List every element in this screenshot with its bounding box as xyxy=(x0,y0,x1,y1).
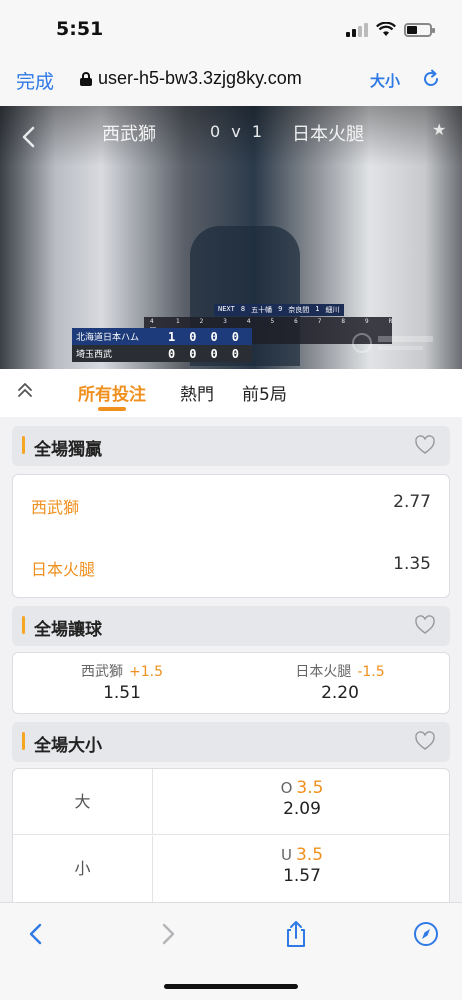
section-title: 全場大小 xyxy=(34,736,102,756)
away-team-name: 日本火腿 xyxy=(292,124,364,145)
url-text: user-h5-bw3.3zjg8ky.com xyxy=(98,68,302,88)
reload-icon[interactable] xyxy=(420,68,442,90)
handicap-line: +1.5 xyxy=(129,664,163,680)
share-icon[interactable] xyxy=(282,919,310,949)
next-batters: NEXT 8 五十幡 9 奈良間 1 細川 xyxy=(214,304,344,316)
odds-value: 2.09 xyxy=(283,799,321,819)
odds-value: 2.20 xyxy=(321,683,359,703)
url-field[interactable]: user-h5-bw3.3zjg8ky.com xyxy=(80,68,302,89)
lock-icon xyxy=(80,71,92,86)
section-handicap-header[interactable]: 全場讓球 xyxy=(12,606,450,646)
odds-row[interactable]: 西武獅 2.77 xyxy=(13,475,449,535)
handicap-option[interactable]: 西武獅 +1.5 1.51 xyxy=(13,653,231,713)
moneyline-card: 西武獅 2.77 日本火腿 1.35 xyxy=(12,474,450,598)
back-icon[interactable] xyxy=(22,919,50,949)
broadcaster-logo xyxy=(352,333,433,353)
odds-value: 1.51 xyxy=(103,683,141,703)
odds-value: 2.77 xyxy=(393,492,431,512)
totals-option[interactable]: O 3.5 2.09 xyxy=(153,769,451,835)
over-key: O xyxy=(280,779,293,797)
section-title: 全場獨贏 xyxy=(34,440,102,460)
totals-option[interactable]: U 3.5 1.57 xyxy=(153,836,451,902)
status-time: 5:51 xyxy=(56,18,104,40)
handicap-line: -1.5 xyxy=(357,664,385,680)
status-icons xyxy=(346,22,435,37)
battery-icon xyxy=(404,22,435,37)
heart-icon[interactable] xyxy=(414,614,436,636)
scoreboard-row: 北海道日本ハム 1 0 0 0 xyxy=(72,328,252,345)
scoreboard-row: 埼玉西武 0 0 0 0 xyxy=(72,345,252,362)
selection-name: 西武獅 xyxy=(81,664,123,680)
compass-icon[interactable] xyxy=(412,919,440,949)
odds-row[interactable]: 日本火腿 1.35 xyxy=(13,537,449,597)
tab-first-5-innings[interactable]: 前5局 xyxy=(242,380,287,405)
active-tab-indicator xyxy=(98,407,126,411)
totals-row: 大 O 3.5 2.09 xyxy=(13,769,449,835)
under-label: 小 xyxy=(13,836,153,902)
done-button[interactable]: 完成 xyxy=(16,67,54,94)
status-bar: 5:51 xyxy=(0,0,462,56)
match-score: 0 v 1 xyxy=(210,122,265,141)
odds-value: 1.57 xyxy=(283,866,321,886)
section-title: 全場讓球 xyxy=(34,620,102,640)
market-tabs: 所有投注 熱門 前5局 xyxy=(0,369,462,417)
wifi-icon xyxy=(376,22,396,36)
text-size-button[interactable]: 大小 xyxy=(370,70,400,91)
tab-all-bets[interactable]: 所有投注 xyxy=(78,380,146,405)
handicap-card: 西武獅 +1.5 1.51 日本火腿 -1.5 2.20 xyxy=(12,652,450,714)
tv-scoreboard: NEXT 8 五十幡 9 奈良間 1 細川 4回裏 1 2 3 4 5 6 7 … xyxy=(72,304,392,362)
over-label: 大 xyxy=(13,769,153,835)
handicap-option[interactable]: 日本火腿 -1.5 2.20 xyxy=(231,653,449,713)
chevron-up-double-icon[interactable] xyxy=(14,379,36,401)
total-line: 3.5 xyxy=(295,845,324,865)
heart-icon[interactable] xyxy=(414,730,436,752)
total-line: 3.5 xyxy=(296,778,324,798)
selection-name: 日本火腿 xyxy=(295,664,352,680)
star-icon[interactable]: ★ xyxy=(432,120,446,139)
totals-card: 大 O 3.5 2.09 小 U 3.5 1.57 xyxy=(12,768,450,902)
home-indicator xyxy=(164,984,298,989)
tab-popular[interactable]: 熱門 xyxy=(180,380,214,405)
section-moneyline-header[interactable]: 全場獨贏 xyxy=(12,426,450,466)
home-team-name: 西武獅 xyxy=(102,124,156,145)
forward-icon[interactable] xyxy=(154,919,182,949)
totals-row: 小 U 3.5 1.57 xyxy=(13,836,449,902)
section-totals-header[interactable]: 全場大小 xyxy=(12,722,450,762)
selection-name: 西武獅 xyxy=(31,498,80,517)
browser-address-bar: 完成 user-h5-bw3.3zjg8ky.com 大小 xyxy=(0,56,462,106)
live-video-player[interactable]: 西武獅 0 v 1 日本火腿 ★ NEXT 8 五十幡 9 奈良間 1 細川 4… xyxy=(0,106,462,369)
cellular-signal-icon xyxy=(346,22,368,37)
back-arrow-icon[interactable] xyxy=(14,122,44,152)
selection-name: 日本火腿 xyxy=(31,560,96,579)
odds-value: 1.35 xyxy=(393,554,431,574)
heart-icon[interactable] xyxy=(414,434,436,456)
under-key: U xyxy=(280,846,292,864)
